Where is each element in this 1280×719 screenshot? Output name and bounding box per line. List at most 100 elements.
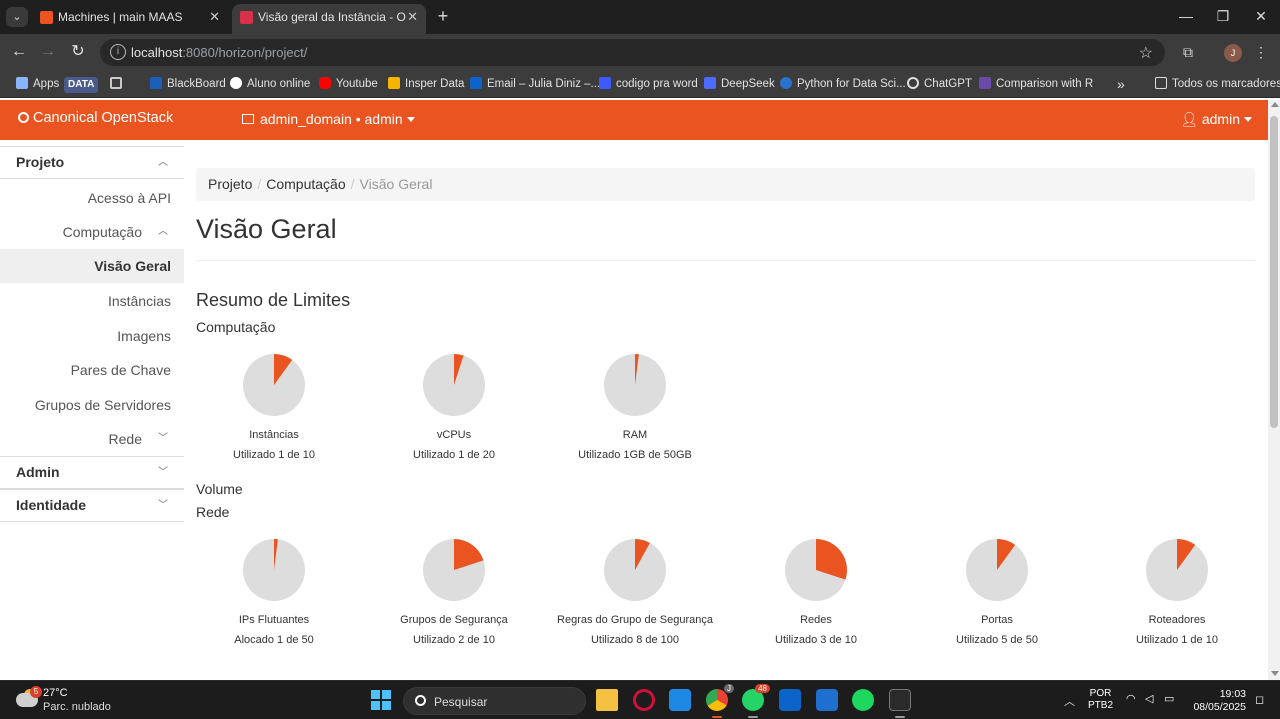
bookmarks-overflow-button[interactable]: » [1117,76,1125,92]
site-info-icon[interactable]: i [110,44,126,60]
browser-menu-icon[interactable]: ⋮ [1251,42,1271,62]
battery-icon[interactable]: ▭ [1164,693,1178,705]
bookmark-youtube[interactable]: Youtube [319,76,378,92]
tray-overflow-chevron-icon[interactable]: ︿ [1064,693,1075,708]
user-icon: 👤︎ [1180,111,1198,127]
canonical-logo-icon [18,112,29,123]
limit-name: Regras do Grupo de Segurança [557,614,713,626]
bookmark-data[interactable]: DATA [64,76,99,93]
profile-avatar[interactable]: J [1224,44,1242,62]
limit-usage: Utilizado 1GB de 50GB [578,449,692,461]
bookmark-insper-data[interactable]: Insper Data [388,76,464,92]
sidebar-group-admin[interactable]: Admin ﹀ [0,456,184,489]
reload-icon[interactable]: ↻ [67,41,89,63]
browser-tab-openstack[interactable]: Visão geral da Instância - Open ✕ [232,4,426,34]
breadcrumb-current: Visão Geral [359,176,433,192]
extensions-puzzle-icon[interactable]: ⧉ [1178,42,1198,62]
user-menu-dropdown[interactable]: 👤︎ admin [1180,111,1252,128]
bookmark-star-icon[interactable]: ☆ [1139,43,1153,63]
sidebar-group-projeto[interactable]: Projeto ︿ [0,146,184,179]
minimize-icon[interactable]: — [1168,6,1204,28]
pandas-icon [979,77,991,89]
chrome-icon[interactable]: J [706,684,734,711]
limit-usage: Utilizado 1 de 20 [413,449,495,461]
sidebar-group-identidade[interactable]: Identidade ﹀ [0,489,184,522]
sidebar-item-network[interactable]: Rede ﹀ [0,422,184,456]
weather-temperature[interactable]: 27°C [43,687,68,699]
sidebar-item-api-access[interactable]: Acesso à API [0,181,184,215]
weather-widget[interactable]: 5 [14,686,42,713]
domain-project-dropdown[interactable]: admin_domain • admin [242,111,415,127]
caret-down-icon [406,117,415,122]
limit-portas: Portas Utilizado 5 de 50 [907,538,1087,646]
url-text[interactable]: localhost:8080/horizon/project/ [131,45,307,60]
bookmark-codigo-pra-word[interactable]: codigo pra word [599,76,698,92]
sidebar-item-overview[interactable]: Visão Geral [0,249,184,283]
address-bar[interactable]: i localhost:8080/horizon/project/ ☆ [100,39,1165,66]
bookmark-aluno-online[interactable]: Aluno online [230,76,310,92]
tab-close-icon[interactable]: ✕ [407,4,418,30]
bookmark-blackboard[interactable]: BlackBoard [150,76,226,92]
bookmark-grid[interactable] [110,76,127,92]
search-placeholder: Pesquisar [434,695,488,709]
scroll-up-arrow-icon[interactable] [1271,102,1279,107]
outlook-icon[interactable] [779,689,801,711]
tab-close-icon[interactable]: ✕ [209,4,220,30]
volume-icon[interactable]: ◁ [1145,693,1159,705]
notification-bell-icon[interactable]: ◻ [1255,693,1267,706]
bookmark-email[interactable]: Email – Julia Diniz –... [470,76,600,92]
system-clock[interactable]: 19:03 08/05/2025 [1190,688,1246,714]
bookmark-deepseek[interactable]: DeepSeek [704,76,775,92]
chevron-up-icon: ︿ [158,157,168,168]
brand-logo[interactable]: Canonical OpenStack [18,110,173,126]
drive-icon [388,77,400,89]
maximize-icon[interactable]: ❐ [1205,6,1241,28]
sidebar-item-server-groups[interactable]: Grupos de Servidores [0,388,184,422]
vscode-icon[interactable] [669,689,691,711]
bookmark-apps[interactable]: Apps [16,76,59,92]
sidebar-item-instances[interactable]: Instâncias [0,284,184,318]
limit-usage: Utilizado 2 de 10 [413,634,495,646]
breadcrumb-projeto[interactable]: Projeto [208,176,252,192]
sidebar-item-key-pairs[interactable]: Pares de Chave [0,353,184,387]
file-explorer-icon[interactable] [596,689,618,711]
keyboard-language[interactable]: POR PTB2 [1088,688,1113,712]
opera-icon[interactable] [633,689,655,711]
windows-start-icon[interactable] [371,690,391,710]
window-close-icon[interactable]: ✕ [1243,6,1279,28]
spotify-icon[interactable] [852,689,874,711]
bookmark-comparison-with-r[interactable]: Comparison with R [979,76,1093,92]
sidebar-item-compute[interactable]: Computação ︿ [0,215,184,249]
terminal-icon[interactable] [889,689,911,711]
sidebar-item-images[interactable]: Imagens [0,319,184,353]
page-scrollbar-thumb[interactable] [1270,116,1278,428]
trello-icon[interactable] [816,689,838,711]
browser-tab-maas[interactable]: Machines | main MAAS ✕ [32,4,228,34]
limit-name: Redes [800,614,832,626]
back-arrow-icon[interactable]: ← [8,41,30,63]
whatsapp-icon[interactable]: 48 [742,684,770,711]
limit-name: vCPUs [436,429,472,441]
terminal-running-indicator [895,716,905,718]
limit-name: Instâncias [249,429,299,441]
bookmark-python-data-sci[interactable]: Python for Data Sci... [780,76,906,92]
tab-search-menu-button[interactable]: ⌄ [6,7,28,27]
aluno-online-icon [230,77,242,89]
pie-chart [423,354,485,416]
youtube-icon [319,77,331,89]
tab-title: Visão geral da Instância - Open [258,10,406,24]
openstack-header: Canonical OpenStack admin_domain • admin… [0,100,1268,140]
pie-chart [785,539,847,601]
new-tab-plus-icon[interactable]: + [433,6,453,28]
scroll-down-arrow-icon[interactable] [1271,671,1279,676]
all-bookmarks-folder[interactable]: Todos os marcadores [1155,76,1280,92]
chevron-down-icon: ﹀ [158,433,168,444]
weather-condition[interactable]: Parc. nublado [43,701,111,713]
taskbar-search[interactable]: Pesquisar [403,687,586,715]
apps-grid-icon [16,77,28,89]
bookmark-chatgpt[interactable]: ChatGPT [907,76,972,92]
breadcrumb-computacao[interactable]: Computação [266,176,345,192]
forward-arrow-icon[interactable]: → [37,41,59,63]
wifi-icon[interactable]: ◠ [1126,693,1140,705]
limit-instancias: Instâncias Utilizado 1 de 10 [184,353,364,461]
